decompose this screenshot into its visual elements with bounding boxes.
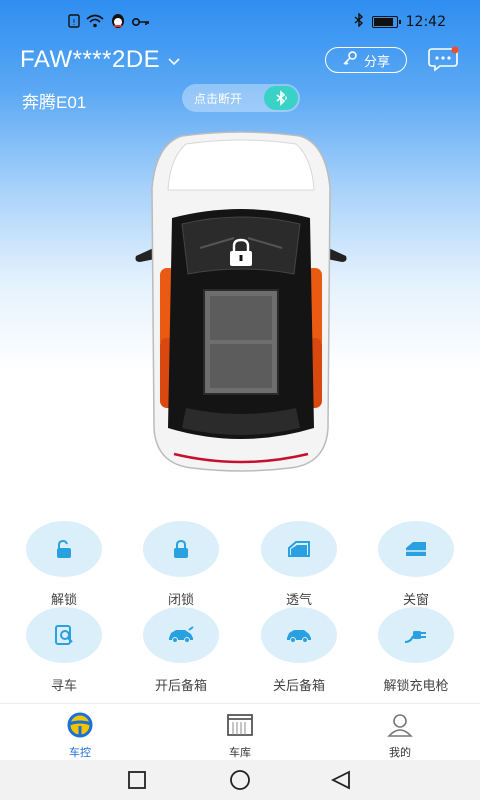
wifi-icon [86, 14, 104, 32]
bluetooth-disconnect-button[interactable]: 点击断开 [182, 84, 300, 112]
open-trunk-button[interactable] [143, 607, 219, 663]
bluetooth-icon [264, 86, 298, 110]
control-label: 透气 [285, 593, 312, 608]
charging-plug-icon [404, 631, 426, 643]
vehicle-selector[interactable]: FAW****2DE [20, 46, 180, 74]
window-close-icon [406, 542, 426, 556]
vehicle-id-text: FAW****2DE [20, 46, 161, 73]
control-unlock[interactable]: 解锁 [5, 521, 123, 608]
notification-dot [451, 46, 459, 54]
bluetooth-status-icon [354, 12, 364, 31]
control-label: 解锁 [50, 593, 77, 608]
control-vent[interactable]: 透气 [240, 521, 358, 608]
control-close-trunk[interactable]: 关后备箱 [240, 607, 358, 694]
trunk-close-icon [287, 630, 311, 643]
recent-apps-button[interactable] [128, 771, 146, 789]
control-label: 解锁充电枪 [383, 679, 449, 694]
bottom-navigation: 车控 车库 我的 [0, 703, 480, 760]
key-icon [131, 15, 150, 31]
svg-text:!: ! [72, 18, 75, 27]
close-window-button[interactable] [378, 521, 454, 577]
battery-level [373, 18, 393, 26]
trunk-open-icon [169, 626, 194, 643]
garage-icon [227, 714, 253, 736]
home-button[interactable] [230, 770, 250, 790]
control-lock[interactable]: 闭锁 [122, 521, 240, 608]
tab-label: 我的 [389, 746, 411, 759]
messages-button[interactable] [428, 46, 460, 72]
tab-label: 车控 [69, 746, 91, 759]
control-unlock-charger[interactable]: 解锁充电枪 [357, 607, 475, 694]
vent-button[interactable] [261, 521, 337, 577]
control-label: 关后备箱 [272, 679, 325, 694]
sim-icon: ! [68, 14, 80, 32]
clock: 12:42 [405, 14, 446, 30]
control-close-window[interactable]: 关窗 [357, 521, 475, 608]
model-name: 奔腾E01 [22, 93, 87, 112]
control-label: 关窗 [402, 593, 429, 608]
control-label: 闭锁 [167, 593, 194, 608]
qq-icon [110, 13, 126, 33]
window-vent-icon [288, 541, 310, 557]
tab-profile[interactable]: 我的 [350, 712, 450, 760]
battery-icon [371, 16, 401, 28]
back-button[interactable] [330, 770, 350, 790]
chat-bubble-icon [428, 46, 459, 72]
lock-button[interactable] [143, 521, 219, 577]
unlock-charger-button[interactable] [378, 607, 454, 663]
unlock-button[interactable] [26, 521, 102, 577]
control-label: 开后备箱 [154, 679, 207, 694]
steering-wheel-icon [67, 712, 93, 738]
tab-garage[interactable]: 车库 [190, 712, 290, 760]
key-share-icon [342, 50, 358, 70]
tab-vehicle-control[interactable]: 车控 [30, 712, 130, 760]
control-find-car[interactable]: 寻车 [5, 607, 123, 694]
find-car-icon [55, 625, 73, 645]
status-bar: ! 12:42 [0, 0, 480, 42]
share-button[interactable]: 分享 [325, 47, 407, 73]
tab-label: 车库 [229, 746, 251, 759]
lock-icon [174, 539, 188, 558]
system-navigation-bar [0, 760, 480, 800]
share-label: 分享 [363, 54, 390, 70]
profile-icon [387, 714, 413, 737]
control-label: 寻车 [50, 679, 77, 694]
control-open-trunk[interactable]: 开后备箱 [122, 607, 240, 694]
bluetooth-label: 点击断开 [194, 91, 243, 106]
close-trunk-button[interactable] [261, 607, 337, 663]
car-illustration [130, 128, 352, 474]
find-car-button[interactable] [26, 607, 102, 663]
unlock-icon [57, 539, 71, 558]
chevron-down-icon [168, 53, 180, 71]
